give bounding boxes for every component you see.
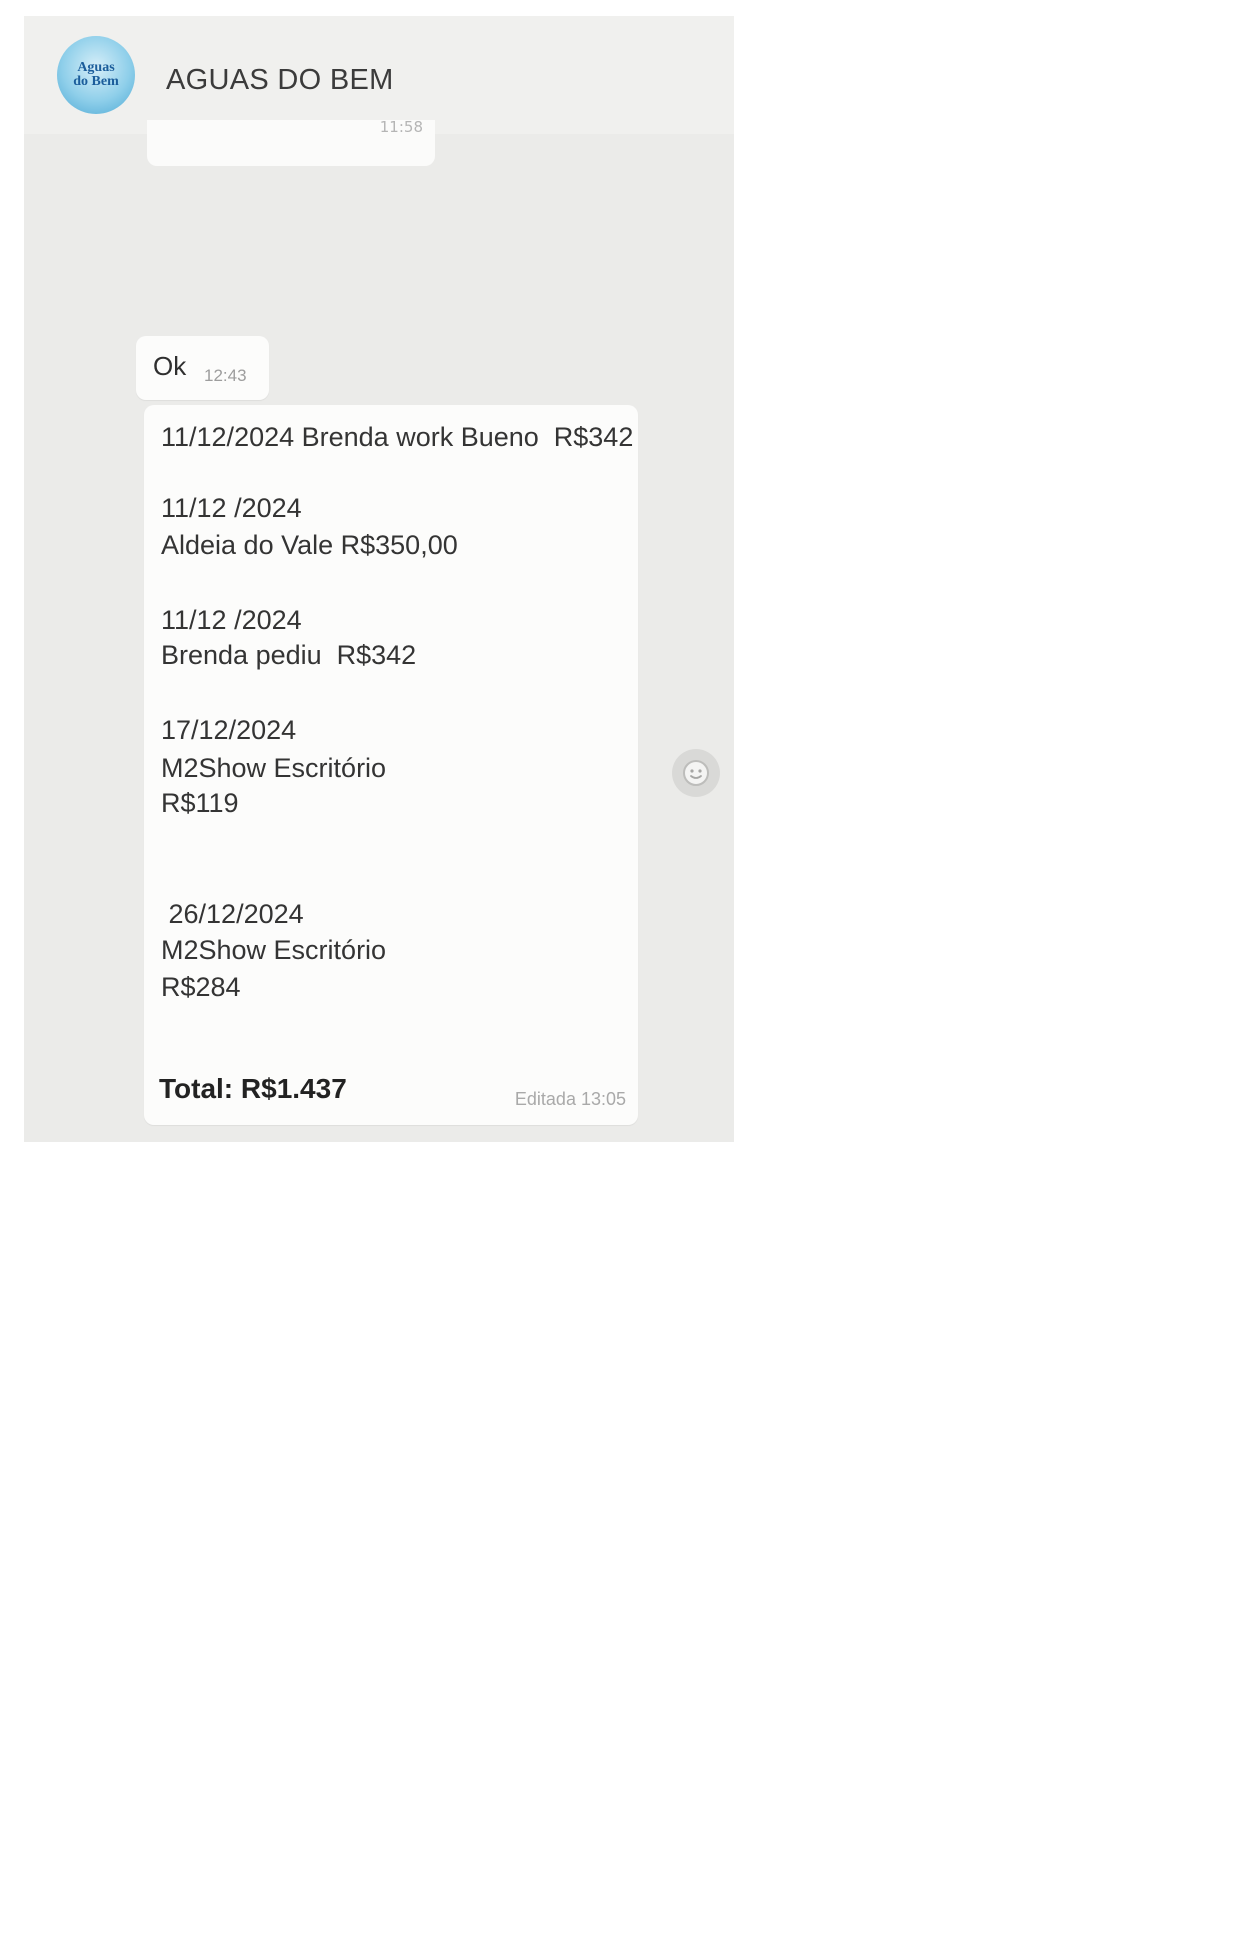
order-date: 17/12/2024: [161, 715, 297, 745]
order-date: 26/12/2024: [161, 899, 304, 929]
contact-name[interactable]: AGUAS DO BEM: [166, 64, 394, 97]
message-time: 11:58: [379, 118, 423, 136]
order-amount: R$119: [161, 788, 239, 818]
order-date: 11/12 /2024: [161, 493, 302, 523]
chat-header[interactable]: Aguas do Bem AGUAS DO BEM: [24, 16, 734, 134]
previous-message-bubble: 11:58: [147, 120, 435, 166]
avatar-logo-text: Aguas do Bem: [73, 60, 119, 89]
message-text: Ok: [153, 351, 187, 381]
react-button[interactable]: [672, 749, 720, 797]
order-total: Total: R$1.437: [159, 1073, 347, 1104]
order-amount: R$284: [161, 972, 241, 1002]
order-line: M2Show Escritório: [161, 935, 387, 965]
message-bubble-orders[interactable]: 11/12/2024 Brenda work Bueno R$342 11/12…: [144, 405, 638, 1125]
order-line: 11/12/2024 Brenda work Bueno R$342: [161, 422, 634, 452]
contact-avatar[interactable]: Aguas do Bem: [57, 36, 135, 114]
chat-window: Aguas do Bem AGUAS DO BEM 11:58 Ok 12:43…: [24, 16, 734, 1142]
order-line: M2Show Escritório: [161, 753, 387, 783]
edited-timestamp: Editada 13:05: [514, 1089, 626, 1109]
smiley-icon: [683, 760, 709, 786]
order-line: Aldeia do Vale R$350,00: [161, 530, 458, 560]
message-time: 12:43: [204, 366, 247, 385]
message-bubble-ok[interactable]: Ok 12:43: [136, 336, 269, 400]
order-date: 11/12 /2024: [161, 605, 302, 635]
order-line: Brenda pediu R$342: [161, 640, 417, 670]
